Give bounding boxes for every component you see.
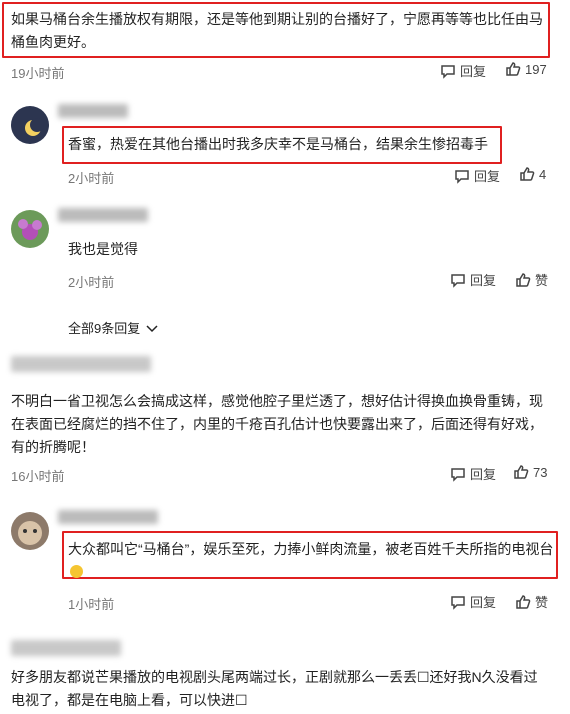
thumbs-up-icon	[506, 62, 521, 76]
comment-icon	[455, 169, 469, 184]
reply-button-3[interactable]: 回复	[450, 270, 496, 289]
comment-icon	[441, 64, 455, 79]
username-blurred	[11, 640, 121, 656]
avatar[interactable]	[11, 210, 49, 248]
like-button-2[interactable]: 4	[519, 166, 546, 182]
thumbs-up-icon	[514, 465, 529, 479]
thumbs-up-icon	[516, 272, 531, 287]
comment-time-4: 16小时前	[11, 469, 65, 484]
emoji-icon	[70, 565, 83, 578]
avatar[interactable]	[11, 512, 49, 550]
reply-button-2[interactable]: 回复	[454, 166, 500, 185]
reply-button-4[interactable]: 回复	[450, 464, 496, 483]
like-button-1[interactable]: 197	[505, 61, 547, 77]
cat-avatar-icon	[18, 521, 42, 545]
username-blurred	[58, 510, 158, 524]
comment-text-5: 大众都叫它“马桶台”，娱乐至死，力捧小鲜肉流量，被老百姓千夫所指的电视台	[68, 538, 554, 584]
comment-time-3: 2小时前	[68, 275, 115, 290]
flower-avatar-icon	[18, 219, 42, 240]
comment-time-1: 19小时前	[11, 66, 65, 81]
username-blurred	[58, 104, 128, 118]
comment-text-6: 好多朋友都说芒果播放的电视剧头尾两端过长，正剧就那么一丢丢☐还好我N久没看过电视…	[11, 669, 538, 708]
like-button-5[interactable]: 赞	[515, 592, 548, 611]
thumbs-up-icon	[516, 594, 531, 609]
comment-icon	[451, 595, 465, 610]
reply-button-1[interactable]: 回复	[440, 61, 486, 80]
comment-text-4: 不明白一省卫视怎么会搞成这样，感觉他腔子里烂透了，想好估计得换血换骨重铸，现在表…	[11, 393, 543, 455]
comment-time-5: 1小时前	[68, 597, 115, 612]
comment-text-1: 如果马桶台余生播放权有期限，还是等他到期让别的台播好了，宁愿再等等也比任由马桶鱼…	[11, 11, 543, 50]
thumbs-up-icon	[520, 167, 535, 181]
username-blurred	[58, 208, 148, 222]
comment-icon	[451, 273, 465, 288]
comment-time-2: 2小时前	[68, 171, 115, 186]
comment-icon	[451, 467, 465, 482]
like-button-4[interactable]: 73	[513, 464, 547, 480]
chevron-down-icon	[146, 324, 158, 332]
avatar[interactable]	[11, 106, 49, 144]
comment-text-3: 我也是觉得	[68, 241, 138, 257]
like-button-3[interactable]: 赞	[515, 270, 548, 289]
moon-avatar-icon	[25, 118, 44, 136]
reply-button-5[interactable]: 回复	[450, 592, 496, 611]
expand-replies-link[interactable]: 全部9条回复	[68, 318, 160, 337]
username-blurred	[11, 356, 151, 372]
comment-text-2: 香蜜，热爱在其他台播出时我多庆幸不是马桶台，结果余生惨招毒手	[68, 136, 488, 152]
